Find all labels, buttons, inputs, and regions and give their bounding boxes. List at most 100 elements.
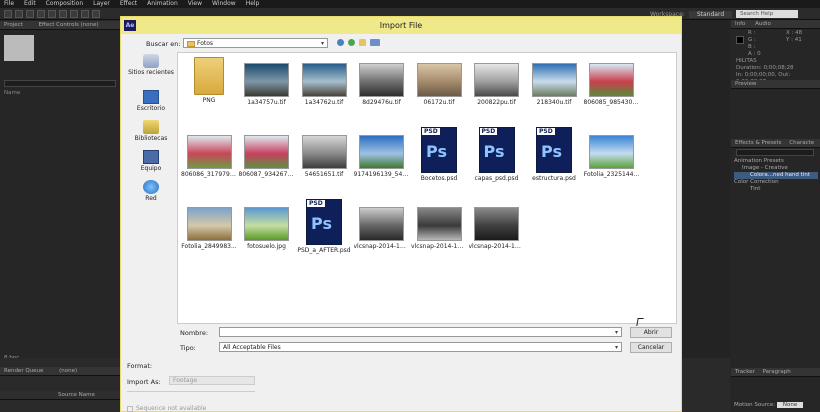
ps-logo: Ps: [483, 142, 505, 161]
fx-tint[interactable]: Tint: [734, 186, 818, 193]
tab-audio[interactable]: Audio: [755, 21, 771, 27]
file-item[interactable]: vlcsnap-2014-11-...: [411, 207, 467, 250]
menu-layer[interactable]: Layer: [93, 0, 110, 8]
new-folder-icon[interactable]: [359, 39, 366, 46]
file-item[interactable]: 1a34757u.tif: [239, 63, 295, 106]
place-libraries[interactable]: Bibliotecas: [126, 120, 176, 142]
file-item[interactable]: 200822pu.tif: [469, 63, 525, 106]
file-item[interactable]: PSD Ps PSD_a_AFTER.psd: [296, 199, 352, 254]
rotate-tool-icon[interactable]: [37, 10, 45, 18]
fx-image-creative[interactable]: Image - Creative: [734, 165, 818, 172]
file-item[interactable]: 218340u.tif: [526, 63, 582, 106]
project-search-input[interactable]: [4, 80, 116, 87]
file-item[interactable]: PSD Ps estructura.psd: [526, 127, 582, 182]
file-name: 218340u.tif: [536, 99, 572, 106]
file-name: vlcsnap-2014-11-...: [353, 243, 410, 250]
filename-input[interactable]: ▾: [219, 327, 622, 337]
source-name-header[interactable]: Source Name: [58, 392, 95, 398]
cancel-button[interactable]: Cancelar: [630, 342, 672, 353]
fx-color-correction[interactable]: Color Correction: [734, 179, 818, 186]
menu-animation[interactable]: Animation: [147, 0, 178, 8]
menu-file[interactable]: File: [4, 0, 14, 8]
tab-character[interactable]: Characte: [789, 140, 814, 146]
tab-effects-presets[interactable]: Effects & Presets: [735, 140, 782, 146]
file-list[interactable]: PNG 1a34757u.tif 1a34762u.tif 8d29476u.tif 0…: [177, 52, 677, 324]
camera-tool-icon[interactable]: [48, 10, 56, 18]
place-desktop[interactable]: Escritorio: [126, 90, 176, 112]
fx-colorize-hand-tint[interactable]: Colora...ned hand tint: [734, 172, 818, 179]
hand-tool-icon[interactable]: [15, 10, 23, 18]
text-tool-icon[interactable]: [92, 10, 100, 18]
file-name: Fotolia_2849983...: [181, 243, 237, 250]
dialog-title: Import File: [379, 21, 423, 30]
pan-tool-icon[interactable]: [59, 10, 67, 18]
libraries-icon: [143, 120, 159, 134]
view-menu-icon[interactable]: [370, 39, 380, 46]
file-item[interactable]: Fotolia_2849983...: [181, 207, 237, 250]
file-item[interactable]: vlcsnap-2014-11-...: [354, 207, 410, 250]
tab-project[interactable]: Project: [4, 22, 23, 28]
file-item[interactable]: fotosuelo.jpg: [239, 207, 295, 250]
tab-tracker[interactable]: Tracker: [735, 369, 755, 375]
image-thumbnail: [589, 135, 634, 169]
tab-render-queue[interactable]: Render Queue: [4, 368, 43, 374]
place-recent[interactable]: Sitios recientes: [126, 54, 176, 76]
mask-tool-icon[interactable]: [70, 10, 78, 18]
file-item[interactable]: PNG: [181, 57, 237, 104]
dialog-titlebar[interactable]: Ae Import File: [121, 17, 681, 34]
file-item[interactable]: 806085_9854307...: [584, 63, 640, 106]
menu-effect[interactable]: Effect: [120, 0, 137, 8]
menu-composition[interactable]: Composition: [46, 0, 83, 8]
file-item[interactable]: 54651651.tif: [296, 135, 352, 178]
file-item[interactable]: 06172u.tif: [411, 63, 467, 106]
filetype-value: All Acceptable Files: [223, 344, 281, 351]
import-as-select[interactable]: Footage: [169, 376, 255, 385]
chevron-down-icon: ▾: [614, 344, 618, 351]
sequence-label: Sequence not available: [136, 405, 207, 412]
tab-info[interactable]: Info: [735, 21, 745, 27]
tab-none[interactable]: (none): [59, 368, 77, 374]
tab-preview[interactable]: Preview: [735, 81, 756, 87]
file-item[interactable]: 806087_9342676...: [239, 135, 295, 178]
pen-tool-icon[interactable]: [81, 10, 89, 18]
project-name-column[interactable]: Name: [4, 90, 118, 98]
search-help-input[interactable]: Search Help: [736, 10, 798, 18]
file-item[interactable]: 9174196139_544...: [354, 135, 410, 178]
fx-animation-presets[interactable]: Animation Presets: [734, 158, 818, 165]
menu-edit[interactable]: Edit: [24, 0, 36, 8]
tab-paragraph[interactable]: Paragraph: [763, 369, 791, 375]
file-item[interactable]: PSD Ps capas_psd.psd: [469, 127, 525, 182]
back-icon[interactable]: [337, 39, 344, 46]
selection-tool-icon[interactable]: [4, 10, 12, 18]
file-item[interactable]: PSD Ps Bocetos.psd: [411, 127, 467, 182]
menu-view[interactable]: View: [188, 0, 202, 8]
file-item[interactable]: 806086_3179793...: [181, 135, 237, 178]
open-button[interactable]: Abrir: [630, 327, 672, 338]
menu-window[interactable]: Window: [212, 0, 236, 8]
up-folder-icon[interactable]: [348, 39, 355, 46]
filetype-select[interactable]: All Acceptable Files ▾: [219, 342, 622, 352]
zoom-tool-icon[interactable]: [26, 10, 34, 18]
lookin-select[interactable]: Fotos ▾: [183, 38, 328, 48]
preview-tab-bar: Preview: [731, 80, 820, 89]
motion-source-select[interactable]: None: [776, 402, 804, 408]
file-item[interactable]: vlcsnap-2014-11-...: [469, 207, 525, 250]
workspace-value[interactable]: Standard: [688, 11, 733, 18]
tool-icons[interactable]: [4, 10, 100, 18]
file-name: 9174196139_544...: [353, 171, 410, 178]
menu-help[interactable]: Help: [246, 0, 260, 8]
file-item[interactable]: 1a34762u.tif: [296, 63, 352, 106]
ps-logo: Ps: [541, 142, 562, 161]
file-name: 806086_3179793...: [181, 171, 237, 178]
file-name: fotosuelo.jpg: [247, 243, 286, 250]
place-network[interactable]: Red: [126, 180, 176, 202]
sequence-checkbox[interactable]: Sequence not available: [127, 405, 206, 412]
tab-effect-controls[interactable]: Effect Controls (none): [39, 22, 99, 28]
info-readout: R : G : B : A : 0 HILITAS Duration: 0;00…: [736, 30, 816, 85]
place-computer[interactable]: Equipo: [126, 150, 176, 172]
file-item[interactable]: Fotolia_2325144...: [584, 135, 640, 178]
effects-search-input[interactable]: [736, 149, 814, 156]
import-file-dialog: Ae Import File Buscar en: Fotos ▾ Sitios…: [120, 16, 682, 412]
psd-tag: PSD: [422, 128, 440, 135]
file-item[interactable]: 8d29476u.tif: [354, 63, 410, 106]
